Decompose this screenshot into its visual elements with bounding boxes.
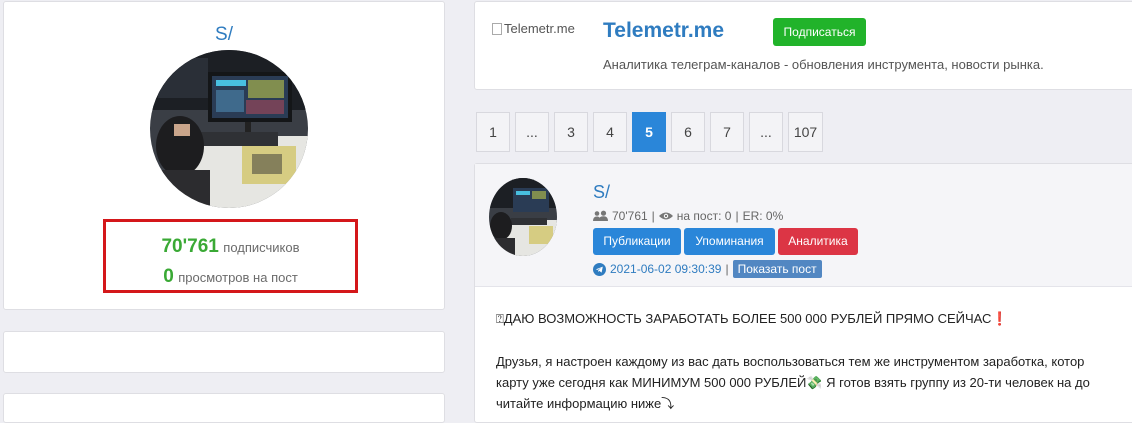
subscribe-button[interactable]: Подписаться <box>773 18 866 46</box>
date-separator: | <box>725 262 729 276</box>
channel-promo-card: Telemetr.me Telemetr.me Подписаться Анал… <box>474 1 1132 90</box>
mentions-button[interactable]: Упоминания <box>684 228 775 255</box>
post-text-line: карту уже сегодня как МИНИМУМ 500 000 РУ… <box>496 375 1090 390</box>
post-meta: 70'761 | на пост: 0 | ER: 0% <box>593 209 783 223</box>
broken-image-icon <box>492 22 502 35</box>
page-button[interactable]: 3 <box>554 112 588 152</box>
post-headline: ⍰ДАЮ ВОЗМОЖНОСТЬ ЗАРАБОТАТЬ БОЛЕЕ 500 00… <box>496 311 1008 326</box>
meta-separator: | <box>651 209 655 223</box>
channel-title[interactable]: Telemetr.me <box>603 19 724 43</box>
post-date-row: 2021-06-02 09:30:39 | Показать пост <box>593 260 822 278</box>
post-er: ER: 0% <box>742 209 784 223</box>
post-body: ⍰ДАЮ ВОЗМОЖНОСТЬ ЗАРАБОТАТЬ БОЛЕЕ 500 00… <box>496 311 1132 414</box>
page-ellipsis[interactable]: ... <box>515 112 549 152</box>
sidebar-empty-card-2 <box>3 393 445 423</box>
post-text-line: читайте информацию ниже⤵ <box>496 396 675 411</box>
page-button[interactable]: 6 <box>671 112 705 152</box>
publications-button[interactable]: Публикации <box>593 228 681 255</box>
profile-name[interactable]: S/ <box>4 24 444 46</box>
subscribers-count: 70'761 <box>161 236 219 257</box>
channel-description: Аналитика телеграм-каналов - обновления … <box>603 57 1044 72</box>
post-paragraph: Друзья, я настроен каждому из вас дать в… <box>496 351 1132 414</box>
subscribers-label: подписчиков <box>223 240 300 255</box>
page-button-last[interactable]: 107 <box>788 112 823 152</box>
views-stat: 0 просмотров на пост <box>106 266 355 288</box>
eye-icon <box>658 212 673 220</box>
post-card: S/ 70'761 | на пост: 0 | ER: 0% Публикац… <box>474 163 1132 423</box>
page-button[interactable]: 1 <box>476 112 510 152</box>
page-button-active[interactable]: 5 <box>632 112 666 152</box>
channel-logo[interactable]: Telemetr.me <box>492 21 575 36</box>
post-author[interactable]: S/ <box>593 182 610 203</box>
post-views: на пост: 0 <box>676 209 732 223</box>
telegram-icon <box>593 262 606 276</box>
analytics-button[interactable]: Аналитика <box>778 228 858 255</box>
stats-highlight-box: 70'761 подписчиков 0 просмотров на пост <box>103 219 358 293</box>
meta-separator: | <box>735 209 739 223</box>
post-subscribers: 70'761 <box>612 209 648 223</box>
post-text-line: Друзья, я настроен каждому из вас дать в… <box>496 354 1085 369</box>
views-label: просмотров на пост <box>178 270 298 285</box>
page-ellipsis[interactable]: ... <box>749 112 783 152</box>
profile-card: S/ 70'761 подписчиков 0 просмотров на по… <box>3 1 445 310</box>
subscribers-stat: 70'761 подписчиков <box>106 236 355 258</box>
post-date[interactable]: 2021-06-02 09:30:39 <box>610 262 721 276</box>
page-button[interactable]: 4 <box>593 112 627 152</box>
sidebar-empty-card <box>3 331 445 373</box>
logo-alt-text: Telemetr.me <box>504 21 575 36</box>
views-count: 0 <box>163 266 174 287</box>
show-post-button[interactable]: Показать пост <box>732 260 822 278</box>
avatar <box>150 50 308 208</box>
post-header: S/ 70'761 | на пост: 0 | ER: 0% Публикац… <box>475 164 1132 287</box>
post-avatar[interactable] <box>489 178 557 256</box>
page-button[interactable]: 7 <box>710 112 744 152</box>
users-icon <box>593 210 608 221</box>
